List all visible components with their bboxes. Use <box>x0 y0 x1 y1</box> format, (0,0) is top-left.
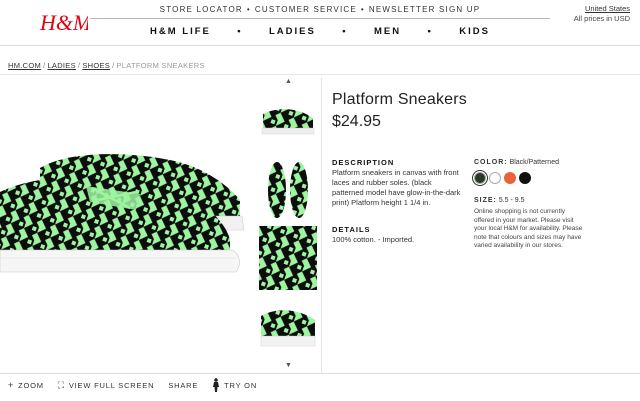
color-heading: COLOR: <box>474 159 508 166</box>
main-product-image[interactable] <box>0 130 252 290</box>
thumbnail-1-image <box>259 90 317 154</box>
nav-separator: • <box>427 26 433 37</box>
utility-nav: STORE LOCATOR • CUSTOMER SERVICE • NEWSLETTE… <box>0 5 640 14</box>
thumbnail-2-image <box>259 158 317 222</box>
header-divider <box>0 45 640 46</box>
swatch-white[interactable] <box>489 172 501 184</box>
thumbnail-3-image <box>259 226 317 290</box>
color-value: Black/Patterned <box>509 159 559 166</box>
nav-men[interactable]: MEN <box>374 26 401 37</box>
nav-kids[interactable]: KIDS <box>459 26 490 37</box>
breadcrumb-home[interactable]: HM.COM <box>8 61 41 70</box>
breadcrumb: HM.COM / LADIES / SHOES / PLATFORM SNEAKERS <box>8 61 205 70</box>
swatch-orange[interactable] <box>504 172 516 184</box>
nav-separator: • <box>237 26 243 37</box>
availability-note: Online shopping is not currently offered… <box>474 208 583 250</box>
zoom-label: ZOOM <box>18 380 44 390</box>
expand-icon: ⛶ <box>57 379 65 390</box>
zoom-button[interactable]: + ZOOM <box>8 380 44 390</box>
color-label: COLOR: Black/Patterned <box>474 159 559 166</box>
plus-icon: + <box>8 380 15 390</box>
breadcrumb-sep: / <box>112 61 115 70</box>
swatch-black[interactable] <box>519 172 531 184</box>
store-locator-link[interactable]: STORE LOCATOR <box>160 5 243 14</box>
nav-divider <box>90 18 550 19</box>
column-divider <box>321 78 322 373</box>
product-details: 100% cotton. - Imported. <box>332 235 415 244</box>
country-link[interactable]: United States <box>574 4 630 14</box>
size-value: 5.5 - 9.5 <box>498 197 525 204</box>
breadcrumb-current: PLATFORM SNEAKERS <box>116 61 205 70</box>
description-heading: DESCRIPTION <box>332 158 395 167</box>
thumbnail-4[interactable] <box>259 294 317 358</box>
breadcrumb-shoes[interactable]: SHOES <box>82 61 110 70</box>
image-toolbar: + ZOOM ⛶ VIEW FULL SCREEN SHARE TRY ON <box>8 378 257 392</box>
try-on-button[interactable]: TRY ON <box>212 378 257 392</box>
currency-note: All prices in USD <box>573 14 630 23</box>
share-button[interactable]: SHARE <box>168 381 198 390</box>
main-nav: H&M LIFE • LADIES • MEN • KIDS <box>150 26 490 37</box>
toolbar-divider <box>0 373 640 374</box>
breadcrumb-sep: / <box>43 61 46 70</box>
thumbnail-3[interactable] <box>259 226 317 290</box>
breadcrumb-sep: / <box>77 61 81 70</box>
nav-hm-life[interactable]: H&M LIFE <box>150 26 211 37</box>
nav-ladies[interactable]: LADIES <box>269 26 316 37</box>
thumbnail-strip: ▲ ▼ <box>257 78 320 373</box>
thumbnail-up-arrow-icon[interactable]: ▲ <box>257 78 320 85</box>
breadcrumb-ladies[interactable]: LADIES <box>47 61 75 70</box>
product-description: Platform sneakers in canvas with front l… <box>332 168 461 207</box>
try-on-label: TRY ON <box>224 380 258 390</box>
swatch-black-patterned[interactable] <box>472 170 488 186</box>
thumbnail-2[interactable] <box>259 158 317 222</box>
thumbnail-4-image <box>259 294 317 358</box>
product-price: $24.95 <box>332 113 381 130</box>
country-selector: United States All prices in USD <box>574 4 630 24</box>
breadcrumb-divider <box>0 74 640 75</box>
size-label: SIZE: 5.5 - 9.5 <box>474 197 525 204</box>
size-heading: SIZE: <box>474 197 497 204</box>
product-title: Platform Sneakers <box>332 91 468 108</box>
details-heading: DETAILS <box>332 225 371 234</box>
separator-dot: • <box>360 5 365 14</box>
share-label: SHARE <box>168 380 199 390</box>
full-screen-button[interactable]: ⛶ VIEW FULL SCREEN <box>58 380 155 391</box>
newsletter-signup-link[interactable]: NEWSLETTER SIGN UP <box>369 5 480 14</box>
sneaker-pair-image <box>0 154 245 273</box>
person-silhouette-icon <box>213 378 220 392</box>
separator-dot: • <box>246 5 251 14</box>
color-swatches <box>472 170 531 186</box>
full-screen-label: VIEW FULL SCREEN <box>68 380 155 390</box>
thumbnail-down-arrow-icon[interactable]: ▼ <box>257 362 320 369</box>
nav-separator: • <box>342 26 348 37</box>
thumbnail-1[interactable] <box>259 90 317 154</box>
customer-service-link[interactable]: CUSTOMER SERVICE <box>255 5 357 14</box>
